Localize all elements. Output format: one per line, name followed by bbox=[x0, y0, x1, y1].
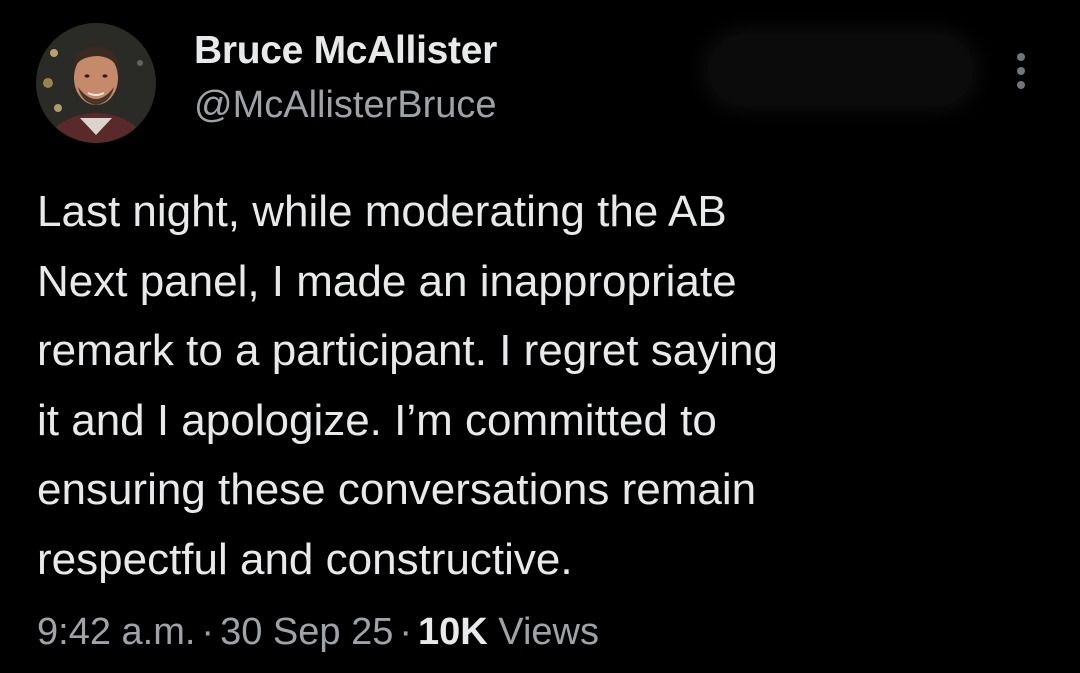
views-label[interactable]: Views bbox=[498, 611, 599, 653]
follow-button[interactable] bbox=[708, 34, 973, 106]
tweet-text-line: remark to a participant. I regret saying bbox=[37, 326, 778, 375]
separator-dot: · bbox=[201, 611, 215, 653]
more-vertical-icon bbox=[1017, 53, 1025, 89]
tweet-card: Bruce McAllister @McAllisterBruce Last n… bbox=[0, 0, 1080, 673]
tweet-text-line: respectful and constructive. bbox=[37, 534, 573, 584]
tweet-text-line: ensuring these conversations remain bbox=[37, 465, 757, 514]
tweet-text-line: Next panel, I made an inappropriate bbox=[37, 256, 737, 306]
more-options-button[interactable] bbox=[1004, 48, 1038, 94]
avatar[interactable] bbox=[36, 23, 156, 143]
author-handle[interactable]: @McAllisterBruce bbox=[194, 84, 497, 127]
tweet-text: Last night, while moderating the AB Next… bbox=[37, 177, 1047, 594]
tweet-time[interactable]: 9:42 a.m. bbox=[37, 611, 195, 653]
tweet-text-line: it and I apologize. I’m committed to bbox=[37, 395, 717, 445]
tweet-meta: 9:42 a.m. · 30 Sep 25 · 10K Views bbox=[37, 611, 599, 654]
separator-dot: · bbox=[399, 611, 412, 653]
view-count[interactable]: 10K bbox=[418, 611, 488, 653]
tweet-date[interactable]: 30 Sep 25 bbox=[220, 611, 393, 653]
avatar-photo bbox=[36, 23, 156, 143]
author-display-name[interactable]: Bruce McAllister bbox=[194, 29, 497, 73]
tweet-text-line: Last night, while moderating the AB bbox=[37, 187, 727, 236]
